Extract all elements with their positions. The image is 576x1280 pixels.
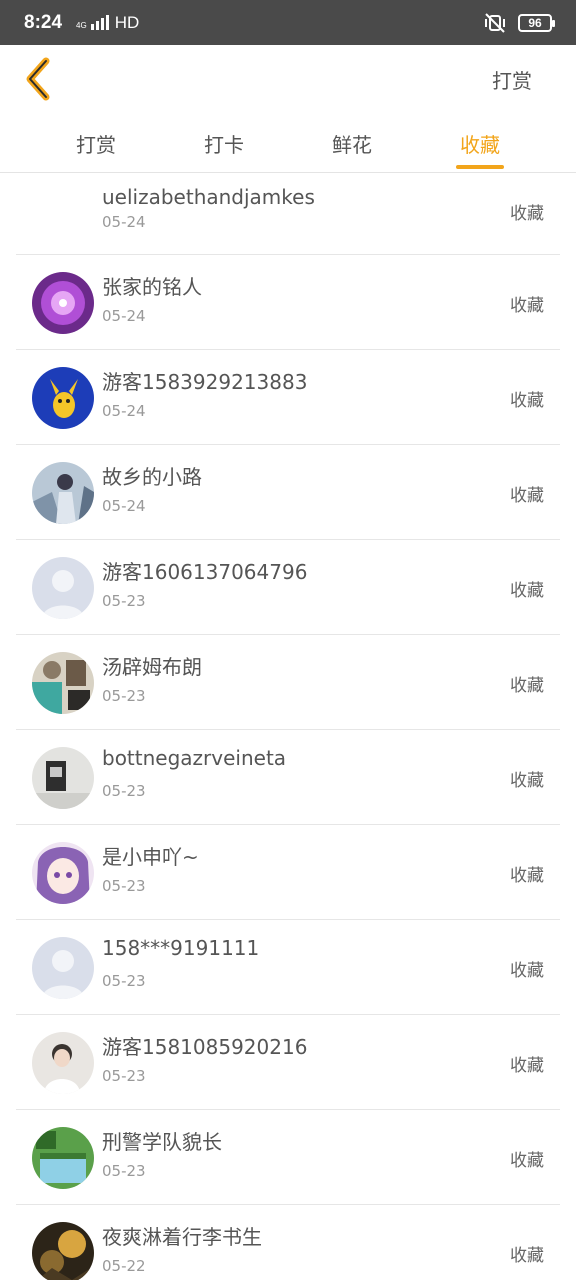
- favorite-label: 收藏: [510, 204, 544, 224]
- battery-indicator: 96: [518, 13, 555, 32]
- date-label: 05-23: [102, 1067, 146, 1085]
- favorite-label: 收藏: [510, 296, 544, 316]
- list-item[interactable]: 张家的铭人 05-24 收藏: [16, 255, 560, 350]
- user-name: 故乡的小路: [102, 465, 202, 489]
- list-item[interactable]: 汤辟姆布朗 05-23 收藏: [16, 635, 560, 730]
- tab-favorites[interactable]: 收藏: [440, 129, 520, 169]
- date-label: 05-23: [102, 782, 146, 800]
- favorites-list: uelizabethandjamkes 05-24 收藏 张家的铭人 05-24…: [16, 173, 560, 1280]
- date-label: 05-23: [102, 687, 146, 705]
- list-item[interactable]: bottnegazrveineta 05-23 收藏: [16, 730, 560, 825]
- avatar: [32, 652, 94, 714]
- list-item[interactable]: uelizabethandjamkes 05-24 收藏: [16, 173, 560, 255]
- date-label: 05-24: [102, 213, 146, 231]
- favorite-label: 收藏: [510, 581, 544, 601]
- list-item[interactable]: 是小申吖~ 05-23 收藏: [16, 825, 560, 920]
- list-item[interactable]: 游客1606137064796 05-23 收藏: [16, 540, 560, 635]
- avatar: [32, 842, 94, 904]
- date-label: 05-23: [102, 592, 146, 610]
- date-label: 05-22: [102, 1257, 146, 1275]
- user-name: 夜爽淋着行李书生: [102, 1225, 262, 1249]
- date-label: 05-23: [102, 972, 146, 990]
- favorite-label: 收藏: [510, 866, 544, 886]
- favorite-label: 收藏: [510, 1246, 544, 1266]
- avatar: [32, 1127, 94, 1189]
- avatar: [32, 937, 94, 999]
- avatar: [32, 367, 94, 429]
- favorite-label: 收藏: [510, 391, 544, 411]
- user-name: uelizabethandjamkes: [102, 185, 315, 209]
- user-name: 刑警学队貌长: [102, 1130, 222, 1154]
- signal-icon: 4G: [76, 15, 109, 30]
- favorite-label: 收藏: [510, 486, 544, 506]
- list-item[interactable]: 158***9191111 05-23 收藏: [16, 920, 560, 1015]
- date-label: 05-23: [102, 877, 146, 895]
- tab-label: 打卡: [204, 133, 244, 157]
- date-label: 05-24: [102, 307, 146, 325]
- avatar: [32, 747, 94, 809]
- user-name: 张家的铭人: [102, 275, 202, 299]
- tab-bar: 打赏 打卡 鲜花 收藏: [0, 113, 576, 173]
- tab-reward[interactable]: 打赏: [56, 129, 136, 158]
- user-name: 游客1581085920216: [102, 1035, 308, 1059]
- tab-label: 鲜花: [332, 133, 372, 157]
- user-name: 汤辟姆布朗: [102, 655, 202, 679]
- favorite-label: 收藏: [510, 1056, 544, 1076]
- active-tab-indicator: [456, 165, 504, 169]
- back-button[interactable]: [20, 57, 60, 101]
- status-bar: 8:24 4G HD 96: [0, 0, 576, 45]
- hd-indicator: HD: [114, 12, 140, 32]
- favorite-label: 收藏: [510, 771, 544, 791]
- avatar: [32, 272, 94, 334]
- date-label: 05-24: [102, 497, 146, 515]
- user-name: 游客1606137064796: [102, 560, 308, 584]
- date-label: 05-23: [102, 1162, 146, 1180]
- favorite-label: 收藏: [510, 1151, 544, 1171]
- user-name: 158***9191111: [102, 936, 260, 960]
- user-name: 是小申吖~: [102, 845, 199, 869]
- network-type: 4G: [76, 21, 87, 30]
- list-item[interactable]: 故乡的小路 05-24 收藏: [16, 445, 560, 540]
- tab-checkin[interactable]: 打卡: [184, 129, 264, 158]
- list-item[interactable]: 游客1583929213883 05-24 收藏: [16, 350, 560, 445]
- date-label: 05-24: [102, 402, 146, 420]
- user-name: 游客1583929213883: [102, 370, 308, 394]
- reward-header-button[interactable]: 打赏: [492, 65, 532, 94]
- tab-flowers[interactable]: 鲜花: [312, 129, 392, 158]
- favorite-label: 收藏: [510, 961, 544, 981]
- tab-label: 收藏: [460, 133, 500, 157]
- tab-label: 打赏: [76, 133, 116, 157]
- chevron-left-icon: [26, 57, 50, 101]
- header: 打赏: [0, 45, 576, 113]
- avatar: [32, 462, 94, 524]
- vibrate-mute-icon: [485, 12, 505, 33]
- status-time: 8:24: [24, 11, 63, 33]
- list-item[interactable]: 游客1581085920216 05-23 收藏: [16, 1015, 560, 1110]
- list-item[interactable]: 刑警学队貌长 05-23 收藏: [16, 1110, 560, 1205]
- user-name: bottnegazrveineta: [102, 746, 287, 770]
- favorite-label: 收藏: [510, 676, 544, 696]
- avatar: [32, 1222, 94, 1280]
- avatar: [32, 1032, 94, 1094]
- avatar: [32, 557, 94, 619]
- list-item[interactable]: 夜爽淋着行李书生 05-22 收藏: [16, 1205, 560, 1280]
